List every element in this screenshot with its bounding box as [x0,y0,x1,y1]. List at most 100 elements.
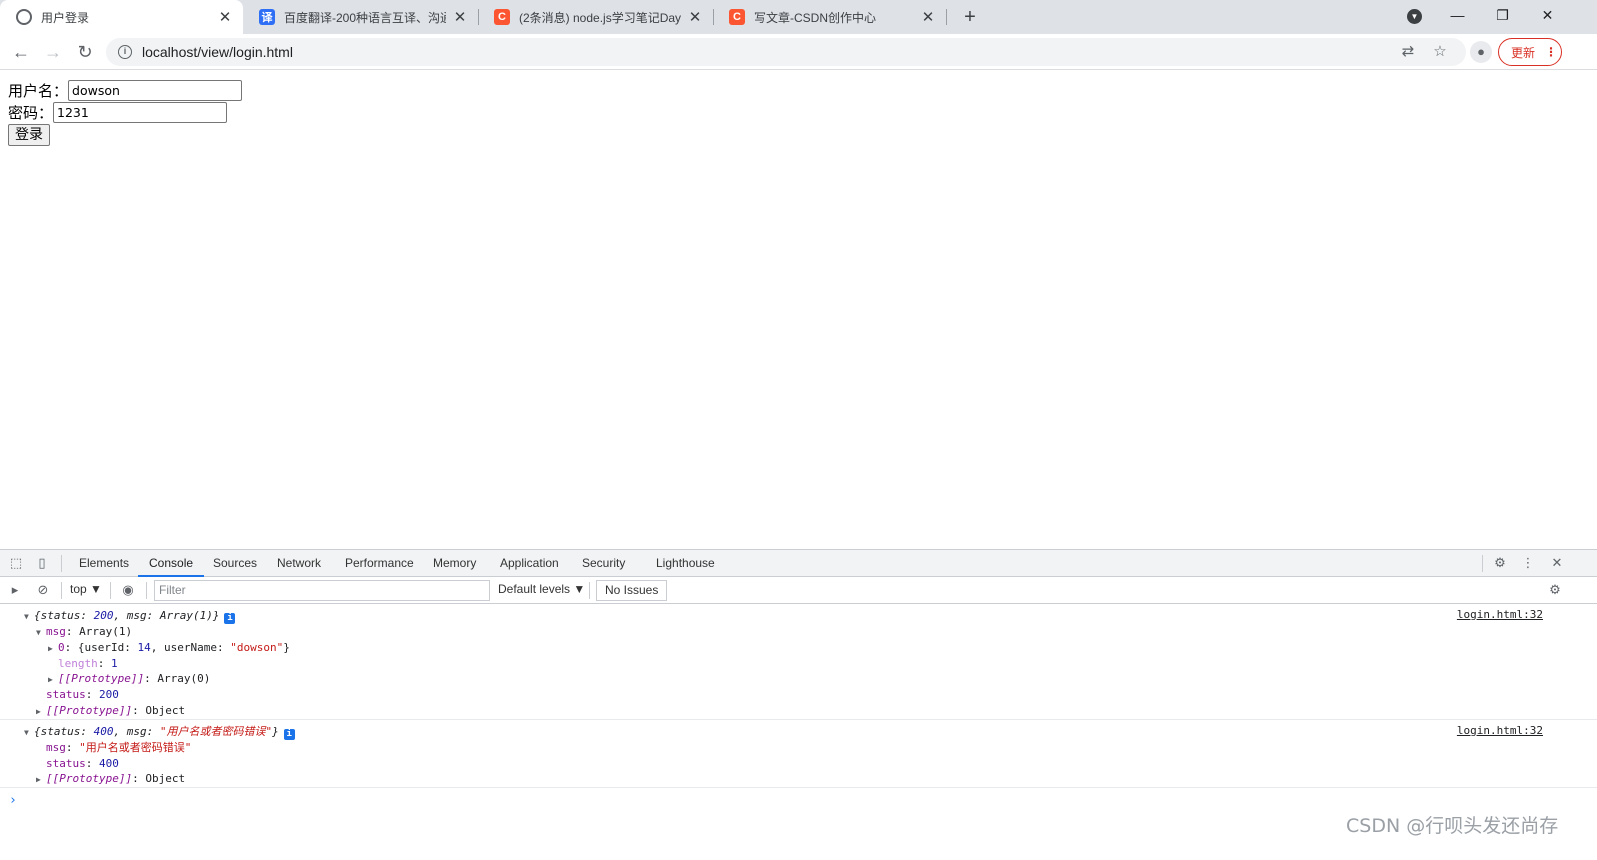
property-row[interactable]: ▶ [[Prototype]]: Array(0) [48,671,210,686]
property-row[interactable]: ▶ [[Prototype]]: Object [36,703,185,718]
log-levels-select[interactable]: Default levels ▼ [498,582,585,596]
console-message: ▼ {status: 400, msg: "用户名或者密码错误"} i login.… [0,720,1597,788]
close-icon[interactable]: ✕ [452,8,468,26]
divider [61,555,62,572]
levels-label: Default levels [498,582,571,596]
devtools-tab-elements[interactable]: Elements [68,550,140,577]
console-filter-bar: ▸ ⊘ top ▼ ◉ Default levels ▼ No Issues ⚙ [0,577,1597,604]
bookmark-star-icon[interactable]: ☆ [1431,43,1449,61]
back-arrow-icon[interactable]: ← [8,39,34,65]
close-icon[interactable]: ✕ [687,8,703,26]
object-summary[interactable]: ▼ {status: 200, msg: Array(1)} i [24,608,236,624]
tab-title: 用户登录 [41,10,90,25]
context-select[interactable]: top ▼ [70,582,102,596]
tab-title: 百度翻译-200种语言互译、沟通全 [284,10,446,25]
devtools-tab-lighthouse[interactable]: Lighthouse [645,550,726,577]
object-summary[interactable]: ▼ {status: 400, msg: "用户名或者密码错误"} i [24,724,295,740]
new-tab-plus-icon[interactable]: + [958,5,982,29]
address-bar[interactable]: i localhost/view/login.html ⇄ ☆ [106,38,1466,66]
devtools-tab-bar: ⬚ ▯ Elements Console Sources Network Per… [0,550,1597,577]
source-link[interactable]: login.html:32 [1457,724,1543,737]
devtools-tab-sources[interactable]: Sources [202,550,268,577]
collapsed-triangle-icon[interactable]: ▶ [48,641,58,656]
kebab-menu-icon: ⋮ [1545,45,1558,59]
inspect-element-icon[interactable]: ⬚ [8,555,24,571]
clear-console-icon[interactable]: ⊘ [35,582,51,598]
console-message: ▼ {status: 200, msg: Array(1)} i login.htm… [0,605,1597,720]
window-close-icon[interactable]: ✕ [1525,0,1570,30]
property-row: length: 1 [58,657,118,670]
devtools-tab-memory[interactable]: Memory [422,550,487,577]
property-row: status: 400 [46,757,119,770]
divider [589,582,590,599]
console-filter-input[interactable] [154,580,490,601]
login-button[interactable]: 登录 [8,124,50,146]
translate-icon[interactable]: ⇄ [1399,43,1417,61]
site-info-icon[interactable]: i [118,45,132,59]
divider [146,582,147,599]
property-row: status: 200 [46,688,119,701]
info-icon[interactable]: i [283,729,295,740]
eye-icon[interactable]: ◉ [120,582,136,598]
tab-separator [946,9,947,25]
devtools-tab-console[interactable]: Console [138,550,205,577]
console-prompt-chevron-icon[interactable]: › [9,793,17,808]
divider [61,582,62,599]
sidebar-toggle-icon[interactable]: ▸ [7,582,23,598]
settings-gear-icon[interactable]: ⚙ [1492,555,1508,571]
csdn-icon: C [729,9,745,25]
issues-button[interactable]: No Issues [596,580,668,601]
close-icon[interactable]: ✕ [217,8,233,26]
tab-search-chevron-icon[interactable]: ▼ [1407,9,1422,24]
tab-title: (2条消息) node.js学习笔记Day2 [519,10,681,25]
devtools-tab-security[interactable]: Security [571,550,636,577]
baidu-translate-icon: 译 [259,9,275,25]
dropdown-arrow-icon: ▼ [573,582,586,596]
devtools-tab-performance[interactable]: Performance [334,550,425,577]
profile-avatar-icon[interactable]: ● [1470,41,1492,63]
restore-icon[interactable]: ❐ [1480,0,1525,30]
dropdown-arrow-icon: ▼ [90,582,102,596]
tab-strip: 用户登录 ✕ 译 百度翻译-200种语言互译、沟通全 ✕ C (2条消息) no… [0,0,1597,34]
password-input[interactable] [53,102,228,123]
property-row: msg: "用户名或者密码错误" [46,741,192,754]
property-row[interactable]: ▼ msg: Array(1) [36,624,132,639]
property-row[interactable]: ▶ [[Prototype]]: Object [36,771,185,786]
username-input[interactable] [68,80,243,101]
collapsed-triangle-icon[interactable]: ▶ [48,672,58,687]
tab-title: 写文章-CSDN创作中心 [754,10,876,25]
minimize-icon[interactable]: — [1435,0,1480,30]
tab-login[interactable]: 用户登录 ✕ [0,0,243,34]
info-icon[interactable]: i [224,613,236,624]
tab-baidu-translate[interactable]: 译 百度翻译-200种语言互译、沟通全 ✕ [243,0,478,34]
devtools-tab-application[interactable]: Application [489,550,570,577]
expanded-triangle-icon[interactable]: ▼ [24,725,34,740]
update-button[interactable]: 更新 ⋮ [1498,38,1562,66]
property-row[interactable]: ▶ 0: {userId: 14, userName: "dowson"} [48,640,290,655]
watermark: CSDN @行呗头发还尚存 [1346,815,1559,837]
tab-csdn-editor[interactable]: C 写文章-CSDN创作中心 ✕ [713,0,946,34]
source-link[interactable]: login.html:32 [1457,608,1543,621]
collapsed-triangle-icon[interactable]: ▶ [36,772,46,787]
context-value: top [70,582,87,596]
update-label: 更新 [1511,45,1536,60]
page-viewport: 用户名： 密码： 登录 [0,71,1597,549]
browser-toolbar: ← → ↻ i localhost/view/login.html ⇄ ☆ ● … [0,34,1597,70]
devtools-tab-network[interactable]: Network [266,550,332,577]
close-devtools-icon[interactable]: ✕ [1549,555,1565,571]
expanded-triangle-icon[interactable]: ▼ [24,609,34,624]
password-row: 密码： [8,102,228,123]
username-row: 用户名： [8,80,243,101]
username-label: 用户名： [8,82,69,100]
device-toolbar-icon[interactable]: ▯ [34,555,50,571]
url-text: localhost/view/login.html [142,44,293,60]
console-settings-gear-icon[interactable]: ⚙ [1547,582,1563,598]
password-label: 密码： [8,104,54,122]
kebab-menu-icon[interactable]: ⋮ [1520,555,1536,571]
expanded-triangle-icon[interactable]: ▼ [36,625,46,640]
collapsed-triangle-icon[interactable]: ▶ [36,704,46,719]
forward-arrow-icon[interactable]: → [40,39,66,65]
close-icon[interactable]: ✕ [920,8,936,26]
tab-nodejs-notes[interactable]: C (2条消息) node.js学习笔记Day2 ✕ [478,0,713,34]
reload-icon[interactable]: ↻ [72,39,98,65]
